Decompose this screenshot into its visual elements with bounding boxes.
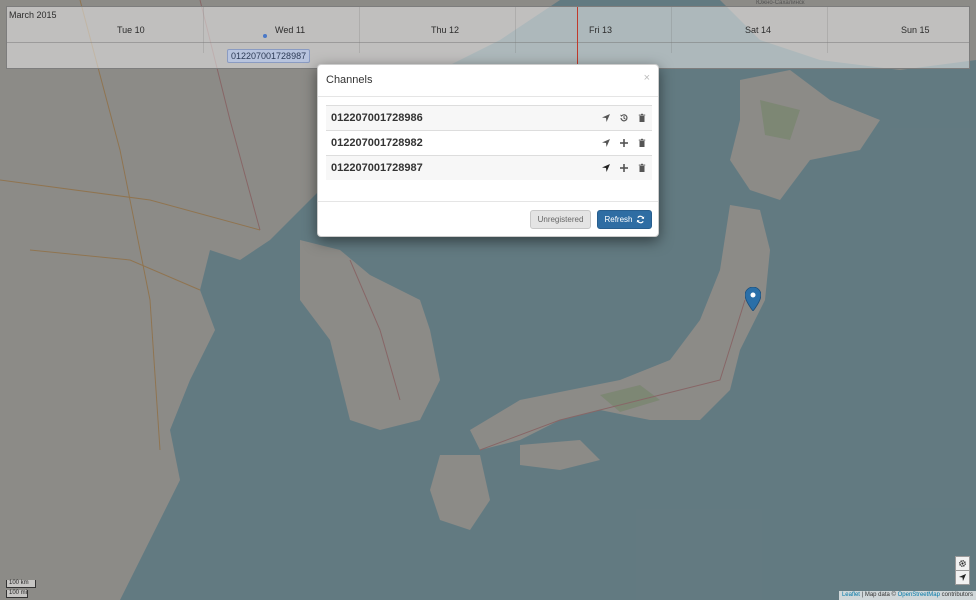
map-scale-km: 100 km	[6, 580, 36, 588]
trash-icon	[638, 163, 646, 172]
add-channel-button[interactable]	[618, 162, 630, 174]
channel-list: 012207001728986 012207001728982 01220700…	[326, 105, 652, 180]
timeline-event-item[interactable]: 012207001728987	[227, 49, 311, 63]
location-arrow-icon	[602, 114, 610, 122]
leaflet-link[interactable]: Leaflet	[842, 592, 860, 598]
map-place-label: Южно-Сахалинск	[756, 0, 805, 6]
locate-channel-button[interactable]	[600, 137, 612, 149]
timeline-current-time-marker	[577, 7, 578, 69]
timeline-day-label: Sun 15	[901, 25, 930, 35]
timeline-gridline	[359, 7, 360, 53]
timeline-axis: Tue 10 Wed 11 Thu 12 Fri 13 Sat 14 Sun 1…	[7, 23, 969, 43]
channel-id: 012207001728982	[331, 137, 423, 149]
locate-channel-button[interactable]	[600, 162, 612, 174]
timeline-day-label: Thu 12	[431, 25, 460, 35]
timeline-day-label: Sat 14	[745, 25, 772, 35]
gear-icon	[959, 560, 966, 567]
location-arrow-icon	[602, 164, 610, 172]
map-scale-mi: 100 mi	[6, 590, 28, 598]
modal-header: Channels ×	[318, 65, 658, 97]
channel-row: 012207001728987	[326, 155, 652, 180]
unregistered-button[interactable]: Unregistered	[530, 210, 591, 229]
timeline-month-label: March 2015	[9, 10, 57, 20]
channel-row: 012207001728982	[326, 130, 652, 155]
map-attribution: Leaflet | Map data © OpenStreetMap contr…	[838, 591, 976, 600]
modal-footer: Unregistered Refresh	[318, 201, 658, 237]
settings-button[interactable]	[955, 556, 970, 571]
timeline-event-dot[interactable]	[263, 34, 267, 38]
location-arrow-icon	[958, 573, 967, 582]
timeline-gridline	[671, 7, 672, 53]
refresh-button-label: Refresh	[604, 215, 633, 224]
channel-id: 012207001728987	[331, 162, 423, 174]
delete-channel-button[interactable]	[636, 162, 648, 174]
timeline-day-label: Fri 13	[589, 25, 613, 35]
channel-actions	[600, 162, 648, 174]
timeline-gridline	[827, 7, 828, 53]
timeline-day-label: Tue 10	[117, 25, 145, 35]
channels-modal: Channels × 012207001728986 0122070017289…	[317, 64, 659, 237]
trash-icon	[638, 138, 646, 147]
timeline-gridline	[515, 7, 516, 53]
channel-actions	[600, 112, 648, 124]
timeline-gridline	[203, 7, 204, 53]
timeline-day-label: Wed 11	[275, 25, 306, 35]
add-channel-button[interactable]	[618, 137, 630, 149]
channel-id: 012207001728986	[331, 112, 423, 124]
channel-actions	[600, 137, 648, 149]
plus-icon	[620, 139, 628, 147]
map-marker-pin-icon[interactable]	[745, 287, 761, 311]
close-button[interactable]: ×	[644, 72, 650, 84]
locate-button[interactable]	[955, 570, 970, 585]
attribution-text: contributors	[939, 592, 973, 598]
channel-row: 012207001728986	[326, 105, 652, 130]
delete-channel-button[interactable]	[636, 137, 648, 149]
plus-icon	[620, 164, 628, 172]
refresh-button[interactable]: Refresh	[597, 210, 652, 229]
location-arrow-icon	[602, 139, 610, 147]
locate-channel-button[interactable]	[600, 112, 612, 124]
delete-channel-button[interactable]	[636, 112, 648, 124]
refresh-icon	[636, 215, 644, 224]
history-button[interactable]	[618, 112, 630, 124]
timeline[interactable]: March 2015 Tue 10 Wed 11 Thu 12 Fri 13 S…	[6, 6, 970, 69]
attribution-text: | Map data ©	[859, 592, 898, 598]
openstreetmap-link[interactable]: OpenStreetMap	[898, 592, 940, 598]
modal-title: Channels	[326, 74, 373, 86]
unregistered-button-label: Unregistered	[537, 215, 584, 224]
history-icon	[620, 114, 628, 122]
trash-icon	[638, 113, 646, 122]
